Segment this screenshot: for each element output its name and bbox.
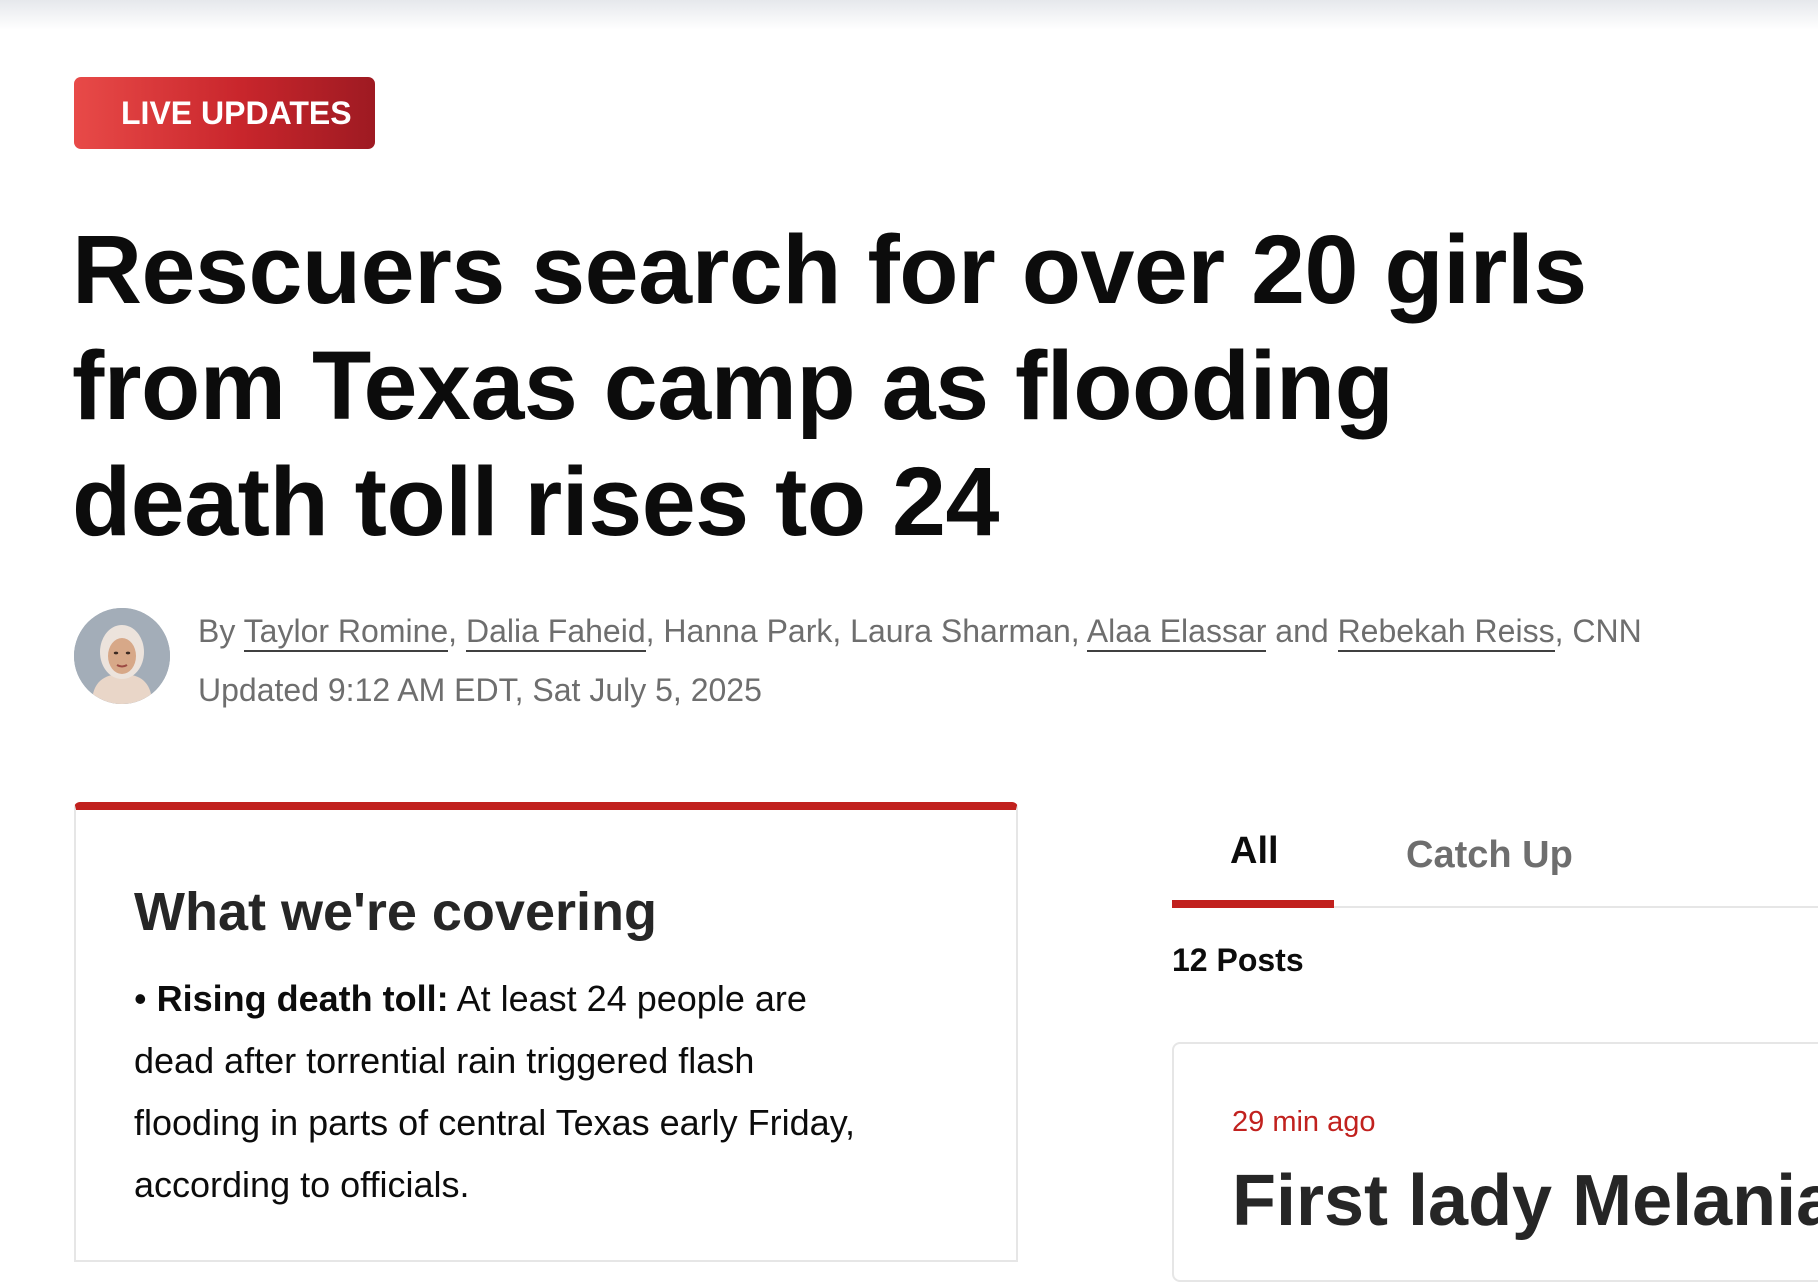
covering-title: What we're covering [134, 882, 657, 942]
headline-line: from Texas camp as flooding [72, 331, 1394, 440]
covering-bullet: • Rising death toll: At least 24 people … [134, 968, 954, 1216]
updated-timestamp: Updated 9:12 AM EDT, Sat July 5, 2025 [198, 672, 762, 708]
bullet-text: flooding in parts of central Texas early… [134, 1102, 856, 1143]
bullet-text: At least 24 people are [456, 978, 807, 1019]
author-name: Hanna Park [663, 613, 833, 649]
bullet-label: Rising death toll: [156, 978, 449, 1019]
top-shadow [0, 0, 1818, 30]
headline: Rescuers search for over 20 girls from T… [72, 212, 1772, 560]
bullet-text: according to officials. [134, 1164, 470, 1205]
headline-line: Rescuers search for over 20 girls [72, 215, 1587, 324]
byline-prefix: By [198, 613, 236, 649]
author-link[interactable]: Alaa Elassar [1086, 613, 1267, 652]
post-title[interactable]: First lady Melania [1232, 1161, 1818, 1241]
tab-all[interactable]: All [1172, 820, 1334, 908]
headline-line: death toll rises to 24 [72, 447, 999, 556]
byline-outlet: CNN [1572, 613, 1642, 649]
bullet-first-line: • Rising death toll: At least 24 people … [134, 978, 807, 1019]
live-updates-badge: LIVE UPDATES [74, 77, 375, 149]
tab-catch-up[interactable]: Catch Up [1406, 820, 1606, 906]
author-photo [74, 608, 170, 704]
byline: By Taylor Romine, Dalia Faheid, Hanna Pa… [198, 607, 1642, 655]
post-card[interactable]: 29 min ago First lady Melania [1172, 1042, 1818, 1282]
bullet-text: dead after torrential rain triggered fla… [134, 1040, 755, 1081]
author-avatar[interactable] [74, 608, 170, 704]
author-link[interactable]: Rebekah Reiss [1337, 613, 1555, 652]
what-were-covering-card: What we're covering • Rising death toll:… [74, 802, 1018, 1262]
author-link[interactable]: Dalia Faheid [465, 613, 646, 652]
post-timestamp: 29 min ago [1232, 1106, 1376, 1138]
feed-tabs: All Catch Up [1172, 820, 1818, 908]
active-tab-indicator [1172, 900, 1334, 908]
tab-catch-up-label: Catch Up [1406, 834, 1573, 876]
author-name: Laura Sharman [850, 613, 1071, 649]
author-link[interactable]: Taylor Romine [243, 613, 449, 652]
byline-conjunction: and [1275, 613, 1329, 649]
tab-all-label: All [1230, 830, 1279, 872]
post-count: 12 Posts [1172, 942, 1304, 978]
